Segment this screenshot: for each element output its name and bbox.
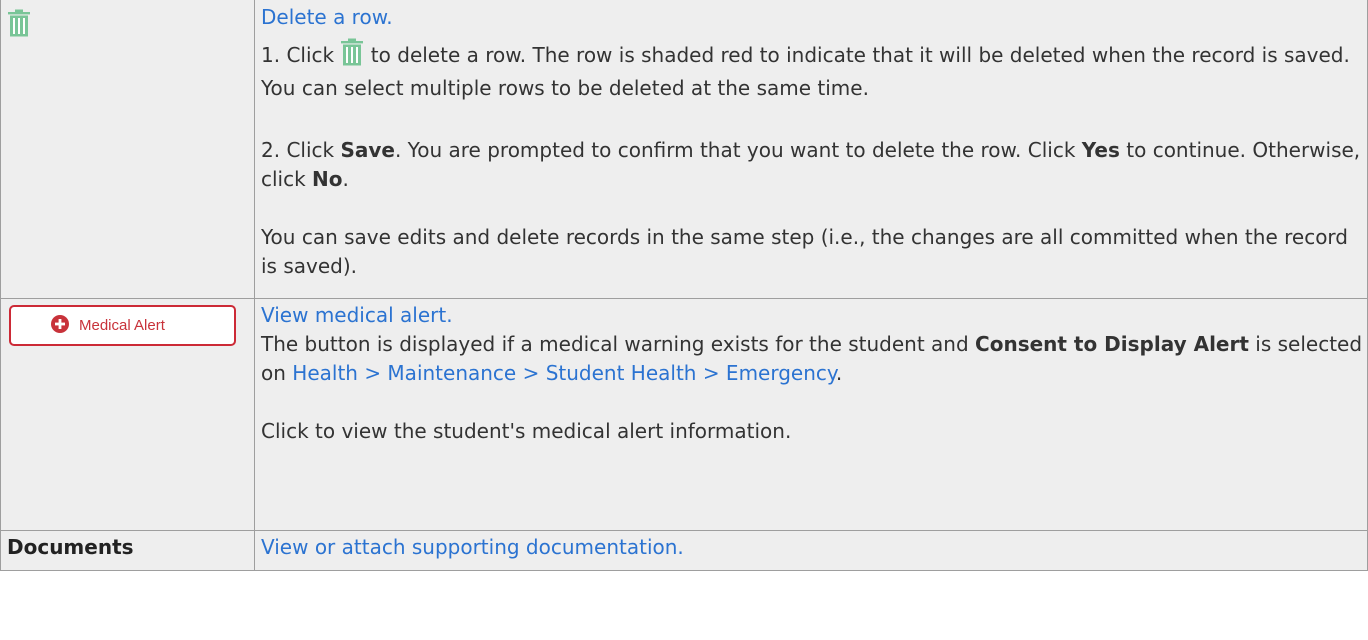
- table-row: Medical Alert View medical alert. The bu…: [0, 298, 1368, 531]
- view-attach-documents-link[interactable]: View or attach supporting documentation.: [261, 535, 684, 559]
- view-medical-alert-link[interactable]: View medical alert.: [261, 301, 1363, 330]
- trash-icon[interactable]: [7, 9, 31, 45]
- table-row: Delete a row. 1. Click to delete a row. …: [0, 0, 1368, 299]
- description-cell: View medical alert. The button is displa…: [254, 298, 1368, 531]
- step-2-text: 2. Click Save. You are prompted to confi…: [261, 138, 1361, 191]
- trash-icon: [340, 38, 364, 74]
- description-cell: Delete a row. 1. Click to delete a row. …: [254, 0, 1368, 299]
- icon-cell: [0, 0, 255, 299]
- step-1-text: 1. Click to delete a row. The row is sha…: [261, 38, 1363, 103]
- emergency-page-link[interactable]: Health > Maintenance > Student Health > …: [292, 361, 836, 385]
- medical-alert-description: The button is displayed if a medical war…: [261, 332, 1363, 385]
- documents-label: Documents: [7, 535, 134, 559]
- delete-row-link[interactable]: Delete a row.: [261, 3, 1363, 32]
- description-cell: View or attach supporting documentation.: [254, 530, 1368, 571]
- medical-alert-note: Click to view the student's medical aler…: [261, 419, 792, 443]
- doc-table: Delete a row. 1. Click to delete a row. …: [0, 0, 1368, 571]
- medical-alert-button-label: Medical Alert: [79, 317, 165, 334]
- table-row: Documents View or attach supporting docu…: [0, 530, 1368, 571]
- save-note-text: You can save edits and delete records in…: [261, 225, 1349, 278]
- icon-cell: Medical Alert: [0, 298, 255, 531]
- medical-alert-button[interactable]: Medical Alert: [9, 305, 236, 346]
- plus-circle-icon: [51, 314, 69, 337]
- label-cell: Documents: [0, 530, 255, 571]
